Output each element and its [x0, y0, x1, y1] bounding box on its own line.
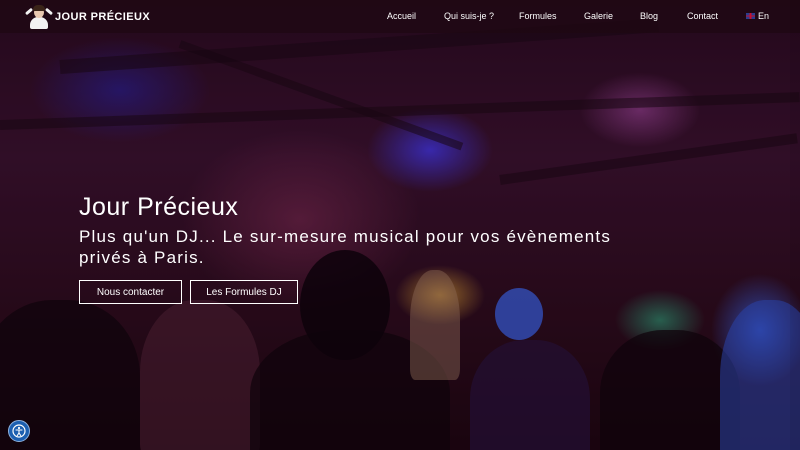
nav-item-accueil[interactable]: Accueil	[387, 11, 416, 21]
hero-background-image	[0, 0, 800, 450]
contact-button[interactable]: Nous contacter	[79, 280, 182, 304]
accessibility-widget-button[interactable]	[8, 420, 30, 442]
nav-item-contact[interactable]: Contact	[687, 11, 718, 21]
nav-item-qui-suis-je[interactable]: Qui suis-je ?	[444, 11, 494, 21]
language-switcher[interactable]: En	[746, 11, 769, 21]
nav-item-blog[interactable]: Blog	[640, 11, 658, 21]
nav-item-galerie[interactable]: Galerie	[584, 11, 613, 21]
top-navbar: JOUR PRÉCIEUX Accueil Qui suis-je ? Form…	[0, 0, 800, 33]
hero-dark-overlay	[0, 0, 800, 450]
formules-dj-button[interactable]: Les Formules DJ	[190, 280, 298, 304]
hero-subtitle: Plus qu'un DJ... Le sur-mesure musical p…	[79, 227, 612, 267]
page-scrollbar[interactable]	[790, 0, 800, 450]
uk-flag-icon	[746, 13, 755, 19]
main-nav: Accueil Qui suis-je ? Formules Galerie B…	[0, 0, 800, 33]
accessibility-icon	[12, 424, 26, 438]
language-label: En	[758, 11, 770, 21]
nav-item-formules[interactable]: Formules	[519, 11, 557, 21]
hero-title: Jour Précieux	[79, 193, 239, 221]
